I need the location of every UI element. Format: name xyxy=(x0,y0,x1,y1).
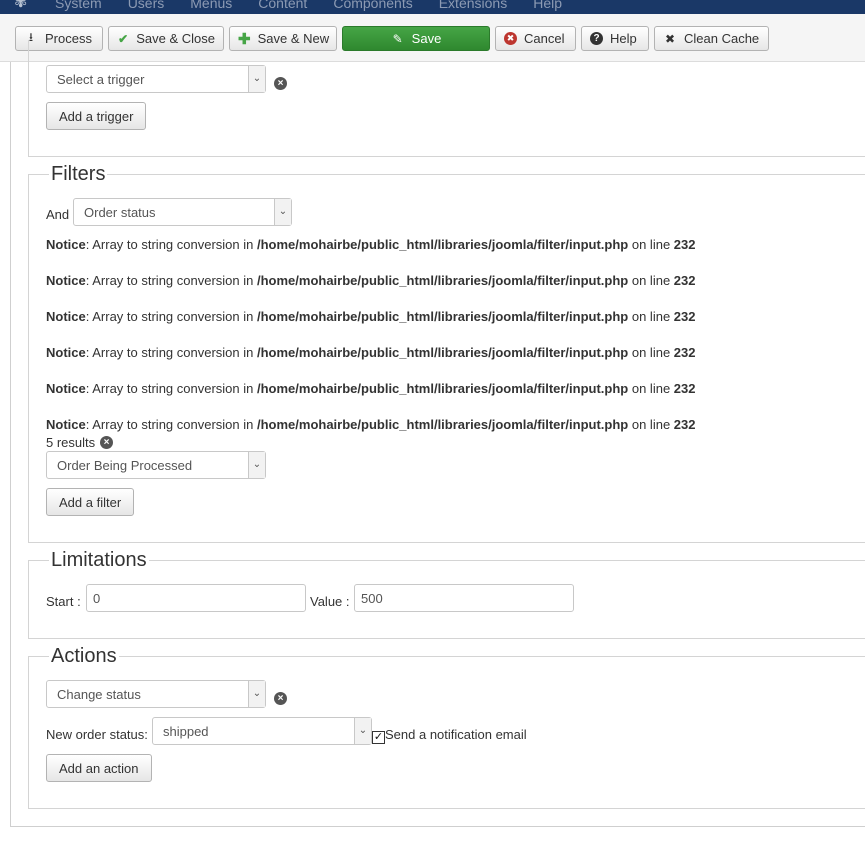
triggers-fieldset xyxy=(28,40,865,157)
notice-label: Notice xyxy=(46,417,86,432)
new-status-select[interactable]: shipped ⌄ xyxy=(152,717,372,745)
action-select[interactable]: Change status ⌄ xyxy=(46,680,266,708)
notice-on-line: on line xyxy=(628,237,674,252)
notice-message: : Array to string conversion in xyxy=(85,309,257,324)
add-action-button[interactable]: Add an action xyxy=(46,754,152,782)
chevron-down-icon: ⌄ xyxy=(248,681,265,707)
trigger-select[interactable]: Select a trigger ⌄ xyxy=(46,65,266,93)
chevron-down-icon: ⌄ xyxy=(274,199,291,225)
new-status-value: shipped xyxy=(163,724,209,739)
top-navbar: ✾ System Users Menus Content Components … xyxy=(0,0,865,14)
remove-trigger-icon[interactable]: × xyxy=(274,77,287,90)
notice-line: 232 xyxy=(673,345,696,360)
limitations-legend: Limitations xyxy=(49,548,149,572)
menu-help[interactable]: Help xyxy=(533,0,562,11)
and-label: And xyxy=(46,207,70,222)
menu-components[interactable]: Components xyxy=(333,0,412,11)
notice-line: 232 xyxy=(673,237,696,252)
notice-path: /home/mohairbe/public_html/libraries/joo… xyxy=(256,381,629,396)
php-notice: Notice: Array to string conversion in /h… xyxy=(46,273,696,288)
filter-status-select[interactable]: Order Being Processed ⌄ xyxy=(46,451,266,479)
notice-message: : Array to string conversion in xyxy=(85,273,257,288)
chevron-down-icon: ⌄ xyxy=(354,718,371,744)
php-notice: Notice: Array to string conversion in /h… xyxy=(46,381,696,396)
notice-message: : Array to string conversion in xyxy=(85,345,257,360)
filter-status-value: Order Being Processed xyxy=(57,458,193,473)
notice-label: Notice xyxy=(46,381,86,396)
notify-label: Send a notification email xyxy=(385,727,527,742)
notice-label: Notice xyxy=(46,273,86,288)
notice-line: 232 xyxy=(673,417,696,432)
start-label: Start : xyxy=(46,594,81,609)
value-input[interactable]: 500 xyxy=(354,584,574,612)
clear-results-icon[interactable]: × xyxy=(100,436,113,449)
notice-line: 232 xyxy=(673,273,696,288)
filter-type-select[interactable]: Order status ⌄ xyxy=(73,198,292,226)
notice-message: : Array to string conversion in xyxy=(85,381,257,396)
notice-message: : Array to string conversion in xyxy=(85,237,257,252)
notice-label: Notice xyxy=(46,237,86,252)
php-notice: Notice: Array to string conversion in /h… xyxy=(46,237,696,252)
notice-on-line: on line xyxy=(628,273,674,288)
php-notice: Notice: Array to string conversion in /h… xyxy=(46,309,696,324)
joomla-logo-icon[interactable]: ✾ xyxy=(14,0,27,11)
notice-message: : Array to string conversion in xyxy=(85,417,257,432)
add-trigger-button[interactable]: Add a trigger xyxy=(46,102,147,130)
remove-action-icon[interactable]: × xyxy=(274,692,287,705)
add-filter-button[interactable]: Add a filter xyxy=(46,488,135,516)
menu-system[interactable]: System xyxy=(55,0,102,11)
notice-on-line: on line xyxy=(628,381,674,396)
menu-extensions[interactable]: Extensions xyxy=(439,0,507,11)
notice-on-line: on line xyxy=(628,309,674,324)
filter-type-value: Order status xyxy=(84,205,156,220)
php-notice: Notice: Array to string conversion in /h… xyxy=(46,345,696,360)
chevron-down-icon: ⌄ xyxy=(248,452,265,478)
menu-users[interactable]: Users xyxy=(128,0,165,11)
filters-legend: Filters xyxy=(49,162,108,186)
notice-label: Notice xyxy=(46,309,86,324)
notice-line: 232 xyxy=(673,309,696,324)
menu-content[interactable]: Content xyxy=(258,0,307,11)
notice-line: 232 xyxy=(673,381,696,396)
notice-on-line: on line xyxy=(628,417,674,432)
value-label: Value : xyxy=(310,594,350,609)
notice-label: Notice xyxy=(46,345,86,360)
notice-path: /home/mohairbe/public_html/libraries/joo… xyxy=(256,309,629,324)
results-count: 5 results xyxy=(46,435,96,450)
php-notice: Notice: Array to string conversion in /h… xyxy=(46,417,696,432)
notice-path: /home/mohairbe/public_html/libraries/joo… xyxy=(256,237,629,252)
notice-path: /home/mohairbe/public_html/libraries/joo… xyxy=(256,345,629,360)
notify-checkbox[interactable]: ✓ xyxy=(372,731,385,744)
new-status-label: New order status: xyxy=(46,727,148,742)
start-input[interactable]: 0 xyxy=(86,584,306,612)
actions-legend: Actions xyxy=(49,644,119,668)
action-select-value: Change status xyxy=(57,687,141,702)
chevron-down-icon: ⌄ xyxy=(248,66,265,92)
main-menu: System Users Menus Content Components Ex… xyxy=(55,0,588,11)
notice-on-line: on line xyxy=(628,345,674,360)
notice-path: /home/mohairbe/public_html/libraries/joo… xyxy=(256,273,629,288)
trigger-select-value: Select a trigger xyxy=(57,72,145,87)
menu-menus[interactable]: Menus xyxy=(190,0,232,11)
notice-path: /home/mohairbe/public_html/libraries/joo… xyxy=(256,417,629,432)
